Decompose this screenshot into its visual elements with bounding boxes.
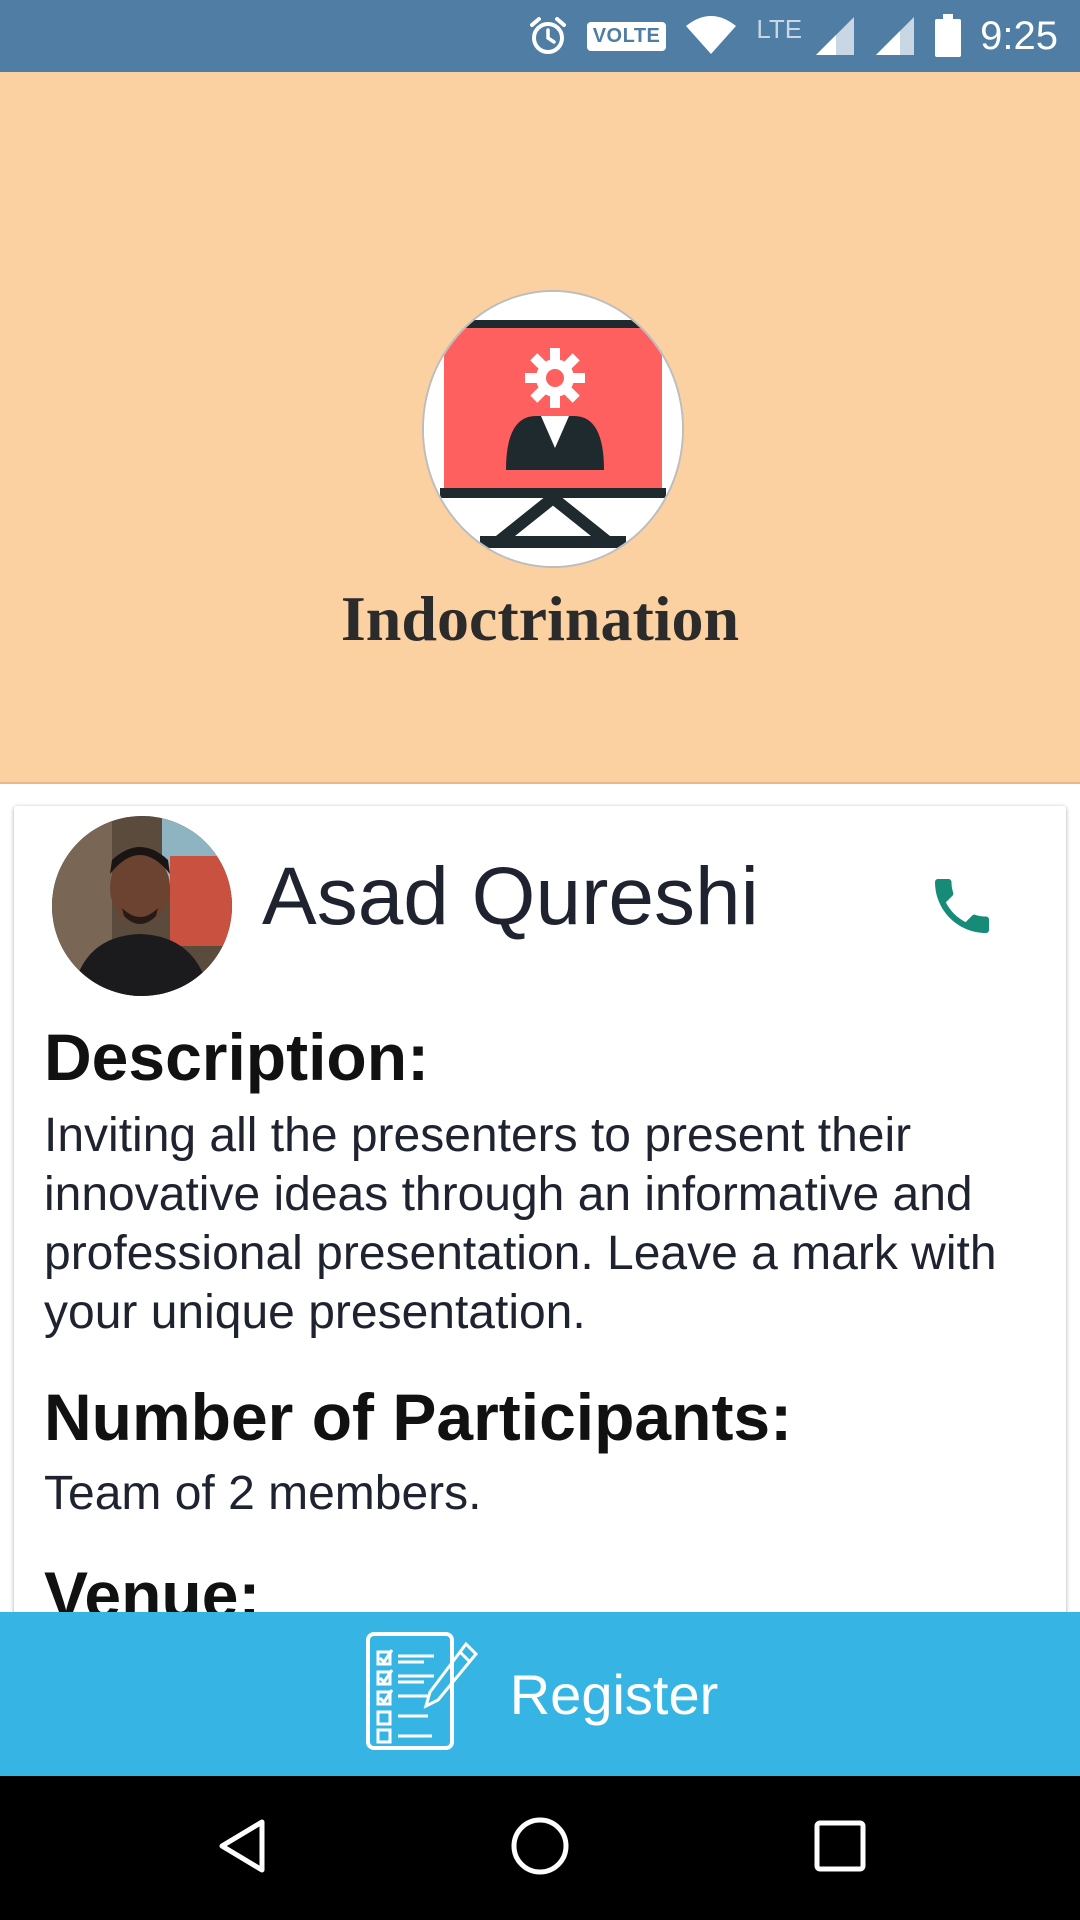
recents-icon	[812, 1818, 868, 1879]
event-banner: Indoctrination	[0, 72, 1080, 784]
recents-button[interactable]	[794, 1802, 886, 1894]
participants-text: Team of 2 members.	[44, 1467, 482, 1520]
event-title: Indoctrination	[340, 583, 740, 654]
back-button[interactable]	[196, 1802, 288, 1894]
checklist-pencil-icon	[362, 1630, 482, 1759]
system-nav-bar	[0, 1776, 1080, 1920]
signal-icon	[874, 15, 916, 57]
organizer-name: Asad Qureshi	[262, 851, 759, 942]
battery-icon	[934, 14, 962, 58]
lte-signal-icon	[814, 15, 856, 57]
alarm-icon	[527, 15, 569, 57]
status-icons: VOLTE LTE 9:25	[527, 0, 1058, 72]
lte-label: LTE	[756, 13, 803, 44]
volte-icon: VOLTE	[586, 21, 667, 51]
call-button[interactable]	[914, 860, 1010, 956]
description-heading: Description:	[44, 1020, 430, 1094]
home-button[interactable]	[494, 1802, 586, 1894]
presentation-board-icon	[422, 290, 684, 568]
description-text: Inviting all the presenters to present t…	[44, 1109, 997, 1339]
home-icon	[508, 1814, 572, 1883]
register-button[interactable]: Register	[0, 1612, 1080, 1776]
event-detail-screen: VOLTE LTE 9:25 Indoctrination Asad Qures…	[0, 0, 1080, 1920]
back-icon	[212, 1816, 272, 1881]
status-bar: VOLTE LTE 9:25	[0, 0, 1080, 72]
clock-time: 9:25	[980, 13, 1058, 58]
phone-icon	[926, 870, 998, 947]
avatar	[52, 816, 232, 996]
register-label: Register	[509, 1662, 719, 1726]
wifi-icon	[684, 16, 738, 56]
participants-heading: Number of Participants:	[44, 1380, 793, 1454]
